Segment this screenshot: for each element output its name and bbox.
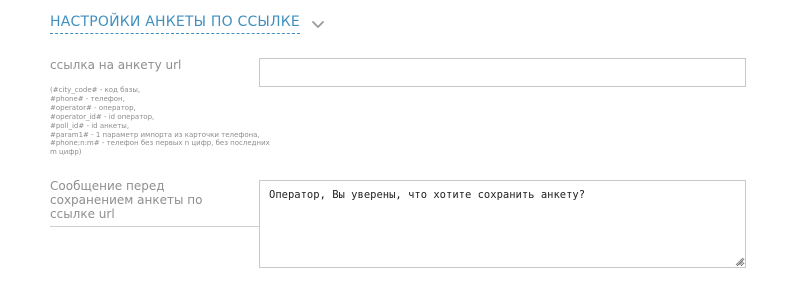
url-placeholder-hints: (#city_code# - код базы, #phone# - телеф…: [50, 86, 270, 157]
hint-line: #phone# - телефон,: [50, 94, 125, 103]
confirm-message-label: Сообщение перед сохранением анкеты по сс…: [50, 179, 203, 221]
chevron-down-icon[interactable]: [311, 20, 325, 30]
hint-line: #param1# - 1 параметр импорта из карточк…: [50, 130, 260, 139]
confirm-message-textarea[interactable]: Оператор, Вы уверены, что хотите сохрани…: [259, 180, 746, 268]
url-field-label: ссылка на анкету url: [50, 58, 182, 72]
hint-line: (#city_code# - код базы,: [50, 86, 141, 94]
hint-line: #phone:n:m# - телефон без первых n цифр,…: [50, 139, 270, 148]
poll-url-input[interactable]: [259, 58, 746, 87]
section-header: НАСТРОЙКИ АНКЕТЫ ПО ССЫЛКЕ: [50, 14, 325, 34]
hint-line: #poll_id# - id анкеты,: [50, 121, 130, 130]
section-title-toggle[interactable]: НАСТРОЙКИ АНКЕТЫ ПО ССЫЛКЕ: [50, 14, 300, 34]
hint-line: m цифр): [50, 148, 82, 157]
label-divider: [50, 226, 259, 227]
hint-line: #operator_id# - id оператор,: [50, 112, 155, 121]
hint-line: #operator# - оператор,: [50, 103, 136, 112]
